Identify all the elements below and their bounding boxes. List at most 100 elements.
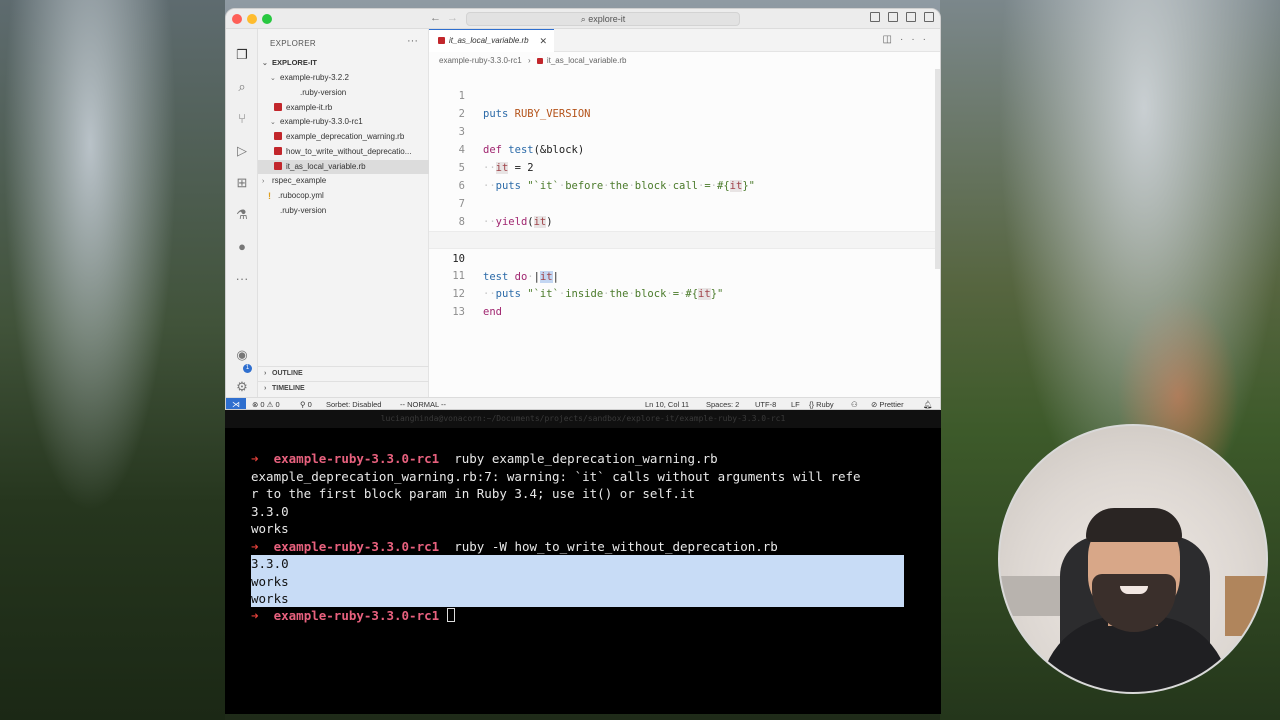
file-icon xyxy=(288,88,296,96)
breadcrumb-file[interactable]: it_as_local_variable.rb xyxy=(547,56,627,65)
split-editor-icon[interactable]: ◫ xyxy=(883,34,900,45)
tree-item-label: example_deprecation_warning.rb xyxy=(286,132,405,141)
line-endings[interactable]: LF xyxy=(791,398,800,409)
tree-file[interactable]: .ruby-version xyxy=(258,204,429,218)
terminal-output-line: example_deprecation_warning.rb:7: warnin… xyxy=(251,468,861,484)
close-window-button[interactable] xyxy=(232,14,242,24)
terminal-output-line: 3.3.0 xyxy=(251,503,289,519)
source-control-icon[interactable]: ⑂ xyxy=(234,111,250,127)
ports-indicator[interactable]: ⚲ 0 xyxy=(300,398,312,409)
tree-item-label: example-ruby-3.2.2 xyxy=(280,73,349,82)
ruby-file-icon xyxy=(274,162,282,170)
timeline-section[interactable]: › TIMELINE xyxy=(258,381,429,395)
toggle-secondary-sidebar-icon[interactable] xyxy=(906,12,916,22)
close-tab-icon[interactable]: ✕ xyxy=(539,30,547,52)
desktop-wallpaper-left xyxy=(0,0,225,720)
toggle-sidebar-icon[interactable] xyxy=(870,12,880,22)
tree-file[interactable]: example-it.rb xyxy=(258,101,429,115)
activity-bar: ❐ ⌕ ⑂ ▷ ⊞ ⚗ ● ··· ◉ 1 ⚙ xyxy=(226,29,258,397)
sorbet-status[interactable]: Sorbet: Disabled xyxy=(326,398,381,409)
explorer-more-icon[interactable]: ··· xyxy=(407,35,418,47)
warning-count: 0 xyxy=(275,400,280,409)
notifications-bell-icon[interactable]: 🔔︎ xyxy=(923,398,933,409)
tab-it-as-local-variable[interactable]: it_as_local_variable.rb ✕ xyxy=(429,29,554,52)
explorer-title: EXPLORER xyxy=(270,39,316,48)
settings-gear-icon[interactable]: ⚙ xyxy=(234,379,250,395)
zoom-window-button[interactable] xyxy=(262,14,272,24)
tree-file[interactable]: .ruby-version xyxy=(258,86,429,100)
terminal-window[interactable]: lucianghinda@vonacorn:~/Documents/projec… xyxy=(225,410,941,714)
tree-file[interactable]: example_deprecation_warning.rb xyxy=(258,130,429,144)
terminal-output-line: works xyxy=(251,591,289,606)
encoding[interactable]: UTF-8 xyxy=(755,398,776,409)
language-label: Ruby xyxy=(816,400,834,409)
code-line: 7 ··yield(it) xyxy=(429,177,940,228)
more-actions-icon[interactable]: ··· xyxy=(900,34,934,45)
terminal-command: ruby -W how_to_write_without_deprecation… xyxy=(454,538,778,554)
account-badge: 1 xyxy=(243,364,252,373)
extensions-icon[interactable]: ⊞ xyxy=(234,175,250,191)
code-line-current: 10 test do·|it| xyxy=(429,231,940,283)
explorer-icon[interactable]: ❐ xyxy=(234,47,250,63)
tree-folder[interactable]: › rspec_example xyxy=(258,174,429,188)
toggle-panel-icon[interactable] xyxy=(888,12,898,22)
tree-folder[interactable]: ⌄ example-ruby-3.3.0-rc1 xyxy=(258,115,429,129)
tree-file[interactable]: how_to_write_without_deprecatio... xyxy=(258,145,429,159)
chevron-right-icon: › xyxy=(264,385,267,392)
more-icon[interactable]: ··· xyxy=(234,271,250,287)
ruby-file-icon xyxy=(274,103,282,111)
testing-icon[interactable]: ⚗ xyxy=(234,207,250,223)
outline-section[interactable]: › OUTLINE xyxy=(258,366,429,380)
terminal-output-line: 3.3.0 xyxy=(251,556,289,571)
vim-mode: -- NORMAL -- xyxy=(400,400,446,409)
terminal-output-line: works xyxy=(251,573,289,589)
run-debug-icon[interactable]: ▷ xyxy=(234,143,250,159)
check-circle-icon: ⊘ xyxy=(871,400,878,409)
hair xyxy=(1086,508,1182,542)
tree-item-label: example-ruby-3.3.0-rc1 xyxy=(280,117,363,126)
terminal-prompt-line: ➜ example-ruby-3.3.0-rc1 xyxy=(251,607,456,625)
back-arrow-icon[interactable]: ← xyxy=(430,12,441,24)
tree-item-label: .ruby-version xyxy=(280,206,327,215)
code-line: 13 xyxy=(429,285,940,318)
problems-indicator[interactable]: ⊗ 0 ⚠ 0 xyxy=(252,398,280,409)
search-icon[interactable]: ⌕ xyxy=(234,79,250,95)
tree-file-selected[interactable]: it_as_local_variable.rb xyxy=(258,160,429,174)
customize-layout-icon[interactable] xyxy=(924,12,934,22)
tree-root[interactable]: ⌄ EXPLORE-IT xyxy=(258,56,429,70)
command-center-search[interactable]: ⌕ explore-it xyxy=(466,12,740,26)
account-icon[interactable]: ◉ xyxy=(234,347,250,363)
tree-item-label: rspec_example xyxy=(272,176,327,185)
prompt-dir: example-ruby-3.3.0-rc1 xyxy=(273,538,440,554)
github-icon[interactable]: ● xyxy=(234,239,250,255)
tree-file[interactable]: ! .rubocop.yml xyxy=(258,189,429,203)
cursor-position[interactable]: Ln 10, Col 11 xyxy=(645,398,689,409)
indentation[interactable]: Spaces: 2 xyxy=(706,398,739,409)
ruby-file-icon xyxy=(274,147,282,155)
forward-arrow-icon[interactable]: → xyxy=(447,12,458,24)
terminal-output-line: works xyxy=(251,521,289,536)
minimize-window-button[interactable] xyxy=(247,14,257,24)
editor-area: it_as_local_variable.rb ✕ ◫··· example-r… xyxy=(429,29,940,397)
line-number: 13 xyxy=(452,306,465,318)
chevron-right-icon: › xyxy=(262,178,265,185)
breadcrumb-folder[interactable]: example-ruby-3.3.0-rc1 xyxy=(439,56,522,65)
warning-icon: ! xyxy=(268,191,271,201)
tab-bar: it_as_local_variable.rb ✕ ◫··· xyxy=(429,29,940,52)
breadcrumb: example-ruby-3.3.0-rc1 › it_as_local_var… xyxy=(439,56,626,65)
language-mode[interactable]: {} Ruby xyxy=(809,398,834,409)
title-bar: ← → ⌕ explore-it xyxy=(226,9,940,29)
prettier-label: Prettier xyxy=(879,400,904,409)
background-shelf xyxy=(1000,576,1060,616)
terminal-selection xyxy=(251,555,904,607)
tree-folder[interactable]: ⌄ example-ruby-3.2.2 xyxy=(258,71,429,85)
prettier-status[interactable]: ⊘ Prettier xyxy=(871,398,904,409)
remote-icon[interactable]: ⋊ xyxy=(226,398,246,409)
editor-actions: ◫··· xyxy=(883,34,934,45)
ruby-file-icon xyxy=(438,37,445,44)
ports-count: 0 xyxy=(307,400,312,409)
copilot-icon[interactable]: ⚇ xyxy=(851,398,858,409)
editor-scrollbar[interactable] xyxy=(935,69,940,269)
chevron-right-icon: › xyxy=(527,56,531,65)
ruby-file-icon xyxy=(536,58,543,64)
